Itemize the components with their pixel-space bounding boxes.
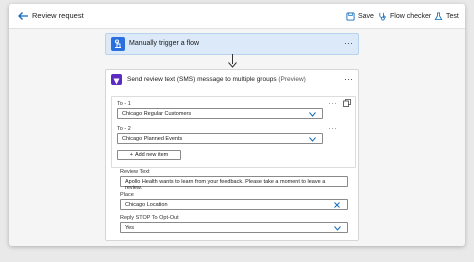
place-dropdown[interactable]: Chicago Location: [120, 199, 348, 210]
save-icon: [346, 11, 355, 21]
flow-checker-button[interactable]: Flow checker: [378, 10, 431, 22]
copy-icon[interactable]: [343, 99, 351, 107]
add-new-item-label: Add new item: [134, 152, 169, 158]
chevron-down-icon: [309, 112, 316, 117]
trigger-more-options-icon[interactable]: ···: [344, 39, 353, 48]
place-label: Place: [120, 192, 134, 198]
action-more-options-icon[interactable]: ···: [344, 75, 353, 84]
to-2-more-options-icon[interactable]: ···: [328, 124, 337, 133]
save-button[interactable]: Save: [346, 10, 374, 22]
to-1-more-options-icon[interactable]: ···: [328, 99, 337, 108]
page-title: Review request: [32, 11, 84, 20]
reply-stop-dropdown[interactable]: Yes: [120, 222, 348, 233]
chevron-down-icon: [309, 137, 316, 142]
top-toolbar: Review request Save Flow checker Test: [9, 4, 465, 29]
recipients-group: To - 1 Chicago Regular Customers ··· To …: [111, 96, 356, 168]
flow-editor-window: Review request Save Flow checker Test Ma…: [9, 4, 465, 246]
action-title-text: Send review text (SMS) message to multip…: [127, 76, 277, 83]
to-2-label: To - 2: [117, 126, 131, 132]
reply-stop-label: Reply STOP To Opt-Out: [120, 215, 179, 221]
flask-icon: [434, 11, 443, 20]
stethoscope-icon: [379, 12, 386, 20]
action-card: Send review text (SMS) message to multip…: [105, 69, 359, 241]
trigger-card[interactable]: Manually trigger a flow ···: [105, 33, 359, 55]
arrow-down-icon: [228, 62, 237, 68]
action-preview-tag: (Preview): [278, 76, 306, 83]
place-value: Chicago Location: [125, 202, 168, 208]
test-button[interactable]: Test: [434, 10, 459, 22]
sms-action-icon: [111, 74, 122, 85]
reply-stop-value: Yes: [125, 225, 134, 231]
chevron-down-icon: [334, 226, 341, 231]
plus-icon: +: [129, 152, 133, 158]
to-1-value: Chicago Regular Customers: [122, 111, 192, 117]
add-new-item-button[interactable]: + Add new item: [117, 150, 181, 160]
to-2-value: Chicago Planned Events: [122, 136, 183, 142]
to-1-dropdown[interactable]: Chicago Regular Customers: [117, 108, 323, 119]
back-arrow-icon[interactable]: [17, 10, 29, 22]
action-title: Send review text (SMS) message to multip…: [127, 76, 306, 83]
review-text-value: Apollo Health wants to learn from your f…: [125, 179, 326, 191]
trigger-label: Manually trigger a flow: [129, 40, 200, 47]
touch-icon: [111, 37, 125, 51]
save-label: Save: [358, 12, 374, 20]
flow-checker-label: Flow checker: [390, 12, 432, 20]
clear-icon[interactable]: [334, 202, 340, 208]
review-text-label: Review Text: [120, 169, 150, 175]
review-text-input[interactable]: Apollo Health wants to learn from your f…: [120, 176, 348, 191]
to-1-label: To - 1: [117, 101, 131, 107]
to-2-dropdown[interactable]: Chicago Planned Events: [117, 133, 323, 144]
test-label: Test: [446, 12, 459, 20]
